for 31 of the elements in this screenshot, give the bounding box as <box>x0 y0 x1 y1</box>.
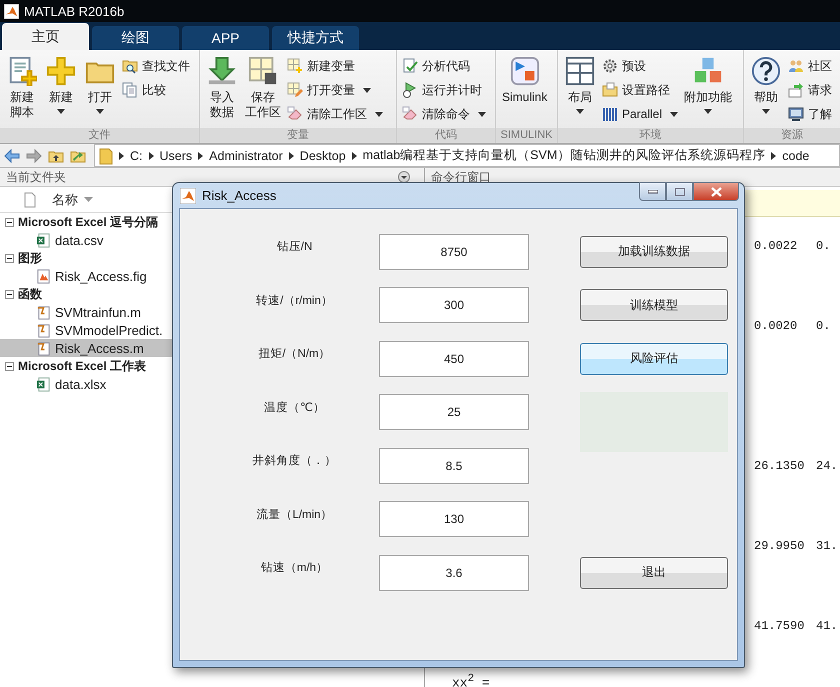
output-value: 24. <box>816 459 839 473</box>
output-value: 0.0020 <box>754 319 798 333</box>
group-heading: 函数 <box>18 286 42 302</box>
group-label: 文件 <box>0 128 199 143</box>
group-heading: 图形 <box>18 250 42 266</box>
field-label: 井斜角度（．） <box>252 454 336 468</box>
group-label: 代码 <box>397 128 495 143</box>
window-title: MATLAB R2016b <box>24 4 124 18</box>
dialog-title: Risk_Access <box>202 188 276 203</box>
output-value: 0. <box>816 319 832 333</box>
output-value: 41.7590 <box>754 619 806 633</box>
field-label: 转速/（r/min） <box>256 294 333 308</box>
output-value: 0. <box>816 239 832 253</box>
group-label: 环境 <box>558 128 743 143</box>
field-label: 流量（L/min） <box>256 507 333 522</box>
group-label: 变量 <box>200 128 396 143</box>
command-output-line: xx$^{2}$ = <box>451 672 491 687</box>
output-value: 0.0022 <box>754 239 798 253</box>
field-label: 扭矩/（N/m） <box>258 346 331 362</box>
group-heading: Microsoft Excel 工作表 <box>18 358 146 374</box>
output-value: 31. <box>816 539 839 553</box>
output-value: 41. <box>816 619 839 633</box>
field-label: 温度（℃） <box>264 400 325 415</box>
output-value: 26.1350 <box>754 459 806 473</box>
panel-title: 当前文件夹 <box>6 168 66 186</box>
group-heading: Microsoft Excel 逗号分隔 <box>18 214 158 230</box>
field-label: 钻速（m/h） <box>260 560 328 576</box>
output-value: 29.9950 <box>754 539 806 553</box>
group-label: SIMULINK <box>496 128 557 143</box>
group-label: 资源 <box>744 128 840 143</box>
field-label: 钻压/N <box>276 240 312 254</box>
